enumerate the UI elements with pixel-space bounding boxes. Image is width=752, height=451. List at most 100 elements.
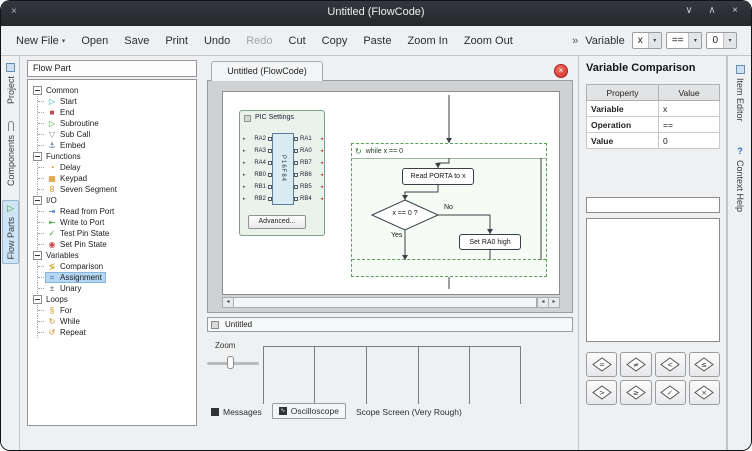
combo-dropdown-icon[interactable]: ▾ [723, 33, 736, 48]
tree-group-loops[interactable]: Loops [33, 294, 194, 305]
operator-button-5[interactable]: > [586, 380, 617, 405]
minimized-document-bar[interactable]: Untitled [207, 317, 573, 332]
tree-item-end[interactable]: ■End [33, 107, 194, 118]
toolbar-paste-button[interactable]: Paste [356, 31, 398, 51]
while-loop-header[interactable]: ↻ while x == 0 [352, 144, 546, 159]
toolbar-undo-button[interactable]: Undo [197, 31, 237, 51]
read-porta-box[interactable]: Read PORTA to x [402, 168, 474, 185]
collapse-icon[interactable] [33, 196, 42, 205]
tree-item-repeat[interactable]: ↺Repeat [33, 327, 194, 338]
toolbar-overflow-chevron[interactable]: » [572, 35, 578, 47]
combo-dropdown-icon[interactable]: ▾ [688, 33, 701, 48]
property-value[interactable]: == [659, 117, 720, 133]
toolbar-save-button[interactable]: Save [117, 31, 156, 51]
tree-item-sub-call[interactable]: ▽Sub Call [33, 129, 194, 140]
scroll-right-icon[interactable]: ▸ [548, 298, 559, 307]
toolbar-zoom-out-button[interactable]: Zoom Out [457, 31, 520, 51]
tree-group-common[interactable]: Common [33, 85, 194, 96]
pic-pin-ra1[interactable]: RA1◂ [294, 133, 323, 145]
toolbar-cut-button[interactable]: Cut [282, 31, 313, 51]
tree-item-start[interactable]: ▷Start [33, 96, 194, 107]
operator-button-3[interactable]: < [655, 352, 686, 377]
document-tab[interactable]: Untitled (FlowCode) [211, 61, 323, 81]
collapse-icon[interactable] [33, 152, 42, 161]
tree-item-test-pin-state[interactable]: ✓Test Pin State [33, 228, 194, 239]
collapse-icon[interactable] [33, 251, 42, 260]
tree-group-functions[interactable]: Functions [33, 151, 194, 162]
tree-item-assignment[interactable]: =Assignment [33, 272, 194, 283]
operator-button-6[interactable]: ≥ [620, 380, 651, 405]
bottom-tab-messages[interactable]: Messages [205, 405, 268, 419]
items-listbox[interactable] [586, 218, 720, 342]
tree-item-while[interactable]: ↻While [33, 316, 194, 327]
set-ra0-box[interactable]: Set RA0 high [459, 234, 521, 250]
tree-item-read-from-port[interactable]: ⇥Read from Port [33, 206, 194, 217]
sidebar-tab-components[interactable]: Components [2, 118, 19, 189]
pic-pin-rb1[interactable]: ▸RB1 [243, 181, 272, 193]
operator-button-2[interactable]: ≠ [620, 352, 651, 377]
tree-item-write-to-port[interactable]: ⇤Write to Port [33, 217, 194, 228]
flowchart-canvas[interactable]: ↻ while x == 0 [222, 91, 560, 295]
advanced-button[interactable]: Advanced... [248, 215, 306, 229]
zoom-slider[interactable] [207, 355, 259, 370]
pic-pin-rb2[interactable]: ▸RB2 [243, 193, 272, 205]
operator-button-1[interactable]: = [586, 352, 617, 377]
collapse-icon[interactable] [33, 295, 42, 304]
document-close-button[interactable]: × [554, 64, 568, 78]
right-tab-context-help[interactable]: ?Context Help [730, 144, 750, 215]
right-tab-item-editor[interactable]: Item Editor [730, 62, 750, 125]
variable-combo-1[interactable]: x▾ [632, 32, 662, 49]
pic-pin-ra2[interactable]: ▸RA2 [243, 133, 272, 145]
tree-group-i-o[interactable]: I/O [33, 195, 194, 206]
titlebar[interactable]: × Untitled (FlowCode) ∨ ∧ × [1, 1, 751, 26]
bottom-tab-scope-screen-very-rough[interactable]: Scope Screen (Very Rough) [350, 405, 468, 419]
pic-pin-rb4[interactable]: RB4◂ [294, 193, 323, 205]
pic-pin-ra3[interactable]: ▸RA3 [243, 145, 272, 157]
pic-pin-rb6[interactable]: RB6◂ [294, 169, 323, 181]
sidebar-tab-flow-parts[interactable]: ▷Flow Parts [2, 200, 19, 264]
table-row[interactable]: Variablex [587, 101, 720, 117]
tree-group-variables[interactable]: Variables [33, 250, 194, 261]
sidebar-tab-project[interactable]: Project [2, 60, 19, 107]
tree-item-keypad[interactable]: ▦Keypad [33, 173, 194, 184]
property-value[interactable]: 0 [659, 133, 720, 149]
operator-button-4[interactable]: ≤ [689, 352, 720, 377]
toolbar-zoom-in-button[interactable]: Zoom In [400, 31, 454, 51]
minimize-button-icon[interactable]: ∨ [683, 5, 695, 16]
scroll-left-icon[interactable]: ◂ [537, 298, 548, 307]
table-row[interactable]: Value0 [587, 133, 720, 149]
toolbar-new-file-button[interactable]: New File▾ [9, 31, 72, 51]
tree-item-delay[interactable]: ◔Delay [33, 162, 194, 173]
toolbar-print-button[interactable]: Print [158, 31, 195, 51]
decision-label[interactable]: x == 0 ? [372, 210, 438, 217]
table-row[interactable]: Operation== [587, 117, 720, 133]
collapse-icon[interactable] [33, 86, 42, 95]
property-value[interactable]: x [659, 101, 720, 117]
pic-pin-ra0[interactable]: RA0◂ [294, 145, 323, 157]
toolbar-copy-button[interactable]: Copy [315, 31, 355, 51]
pic-pin-rb0[interactable]: ▸RB0 [243, 169, 272, 181]
tree-item-for[interactable]: §For [33, 305, 194, 316]
tree-item-seven-segment[interactable]: 8Seven Segment [33, 184, 194, 195]
close-button-icon[interactable]: × [729, 5, 741, 16]
pic-pin-ra4[interactable]: ▸RA4 [243, 157, 272, 169]
tree-item-subroutine[interactable]: ▷Subroutine [33, 118, 194, 129]
variable-combo-3[interactable]: 0▾ [706, 32, 737, 49]
value-input[interactable] [586, 197, 720, 213]
tree-item-embed[interactable]: ⚓Embed [33, 140, 194, 151]
zoom-slider-handle[interactable] [227, 356, 234, 369]
operator-button-7[interactable]: ✓ [655, 380, 686, 405]
canvas-horizontal-scrollbar[interactable]: ◂ ◂ ▸ [222, 297, 560, 308]
variable-combo-2[interactable]: ==▾ [666, 32, 703, 49]
maximize-button-icon[interactable]: ∧ [706, 5, 718, 16]
pic-settings-box[interactable]: PIC Settings ▸RA2▸RA3▸RA4▸RB0▸RB1▸RB2 P1… [239, 110, 325, 236]
tree-item-comparison[interactable]: ≶Comparison [33, 261, 194, 272]
pic-pin-rb7[interactable]: RB7◂ [294, 157, 323, 169]
combo-dropdown-icon[interactable]: ▾ [648, 33, 661, 48]
toolbar-open-button[interactable]: Open [74, 31, 115, 51]
scrollbar-thumb[interactable] [234, 298, 537, 307]
pic-pin-rb5[interactable]: RB5◂ [294, 181, 323, 193]
operator-button-8[interactable]: × [689, 380, 720, 405]
scroll-left-icon[interactable]: ◂ [223, 298, 234, 307]
bottom-tab-oscilloscope[interactable]: ∿Oscilloscope [272, 403, 346, 419]
